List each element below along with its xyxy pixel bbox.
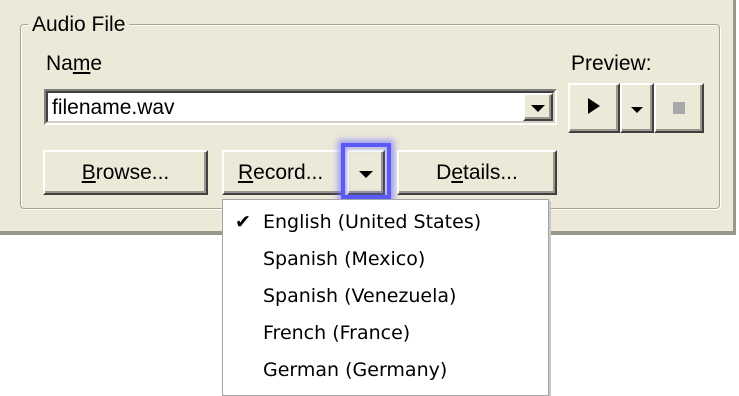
group-title: Audio File [28, 13, 130, 37]
preview-label: Preview: [571, 52, 652, 75]
record-button[interactable]: Record... [222, 150, 345, 195]
preview-stop-button[interactable] [654, 83, 704, 133]
menu-item-label: German (Germany) [263, 359, 448, 381]
menu-item-german-germany[interactable]: German (Germany) [223, 352, 548, 388]
menu-item-label: English (United States) [263, 211, 482, 233]
menu-item-french-france[interactable]: French (France) [223, 315, 548, 351]
filename-combobox[interactable]: filename.wav [44, 89, 557, 125]
menu-item-spanish-mexico[interactable]: Spanish (Mexico) [223, 241, 548, 277]
triangle-down-icon [359, 161, 373, 185]
checkmark-icon: ✔ [235, 211, 251, 233]
play-icon [588, 96, 600, 120]
filename-dropdown-button[interactable] [523, 93, 553, 121]
menu-item-label: Spanish (Venezuela) [263, 285, 457, 307]
triangle-down-icon [631, 96, 643, 120]
preview-controls [568, 83, 704, 133]
filename-value: filename.wav [52, 96, 175, 119]
details-button[interactable]: De tails... [397, 150, 557, 195]
menu-item-spanish-venezuela[interactable]: Spanish (Venezuela) [223, 278, 548, 314]
preview-play-button[interactable] [568, 83, 620, 133]
menu-item-label: French (France) [263, 322, 411, 344]
menu-item-english-us[interactable]: ✔ English (United States) [223, 204, 548, 240]
name-label: Name [46, 52, 103, 75]
record-language-dropdown-button[interactable] [347, 150, 385, 195]
stop-icon [673, 96, 685, 120]
language-menu: ✔ English (United States) Spanish (Mexic… [222, 199, 549, 396]
menu-item-label: Spanish (Mexico) [263, 248, 426, 270]
triangle-down-icon [531, 95, 545, 119]
browse-button[interactable]: Browse... [43, 150, 208, 195]
preview-options-button[interactable] [620, 83, 654, 133]
